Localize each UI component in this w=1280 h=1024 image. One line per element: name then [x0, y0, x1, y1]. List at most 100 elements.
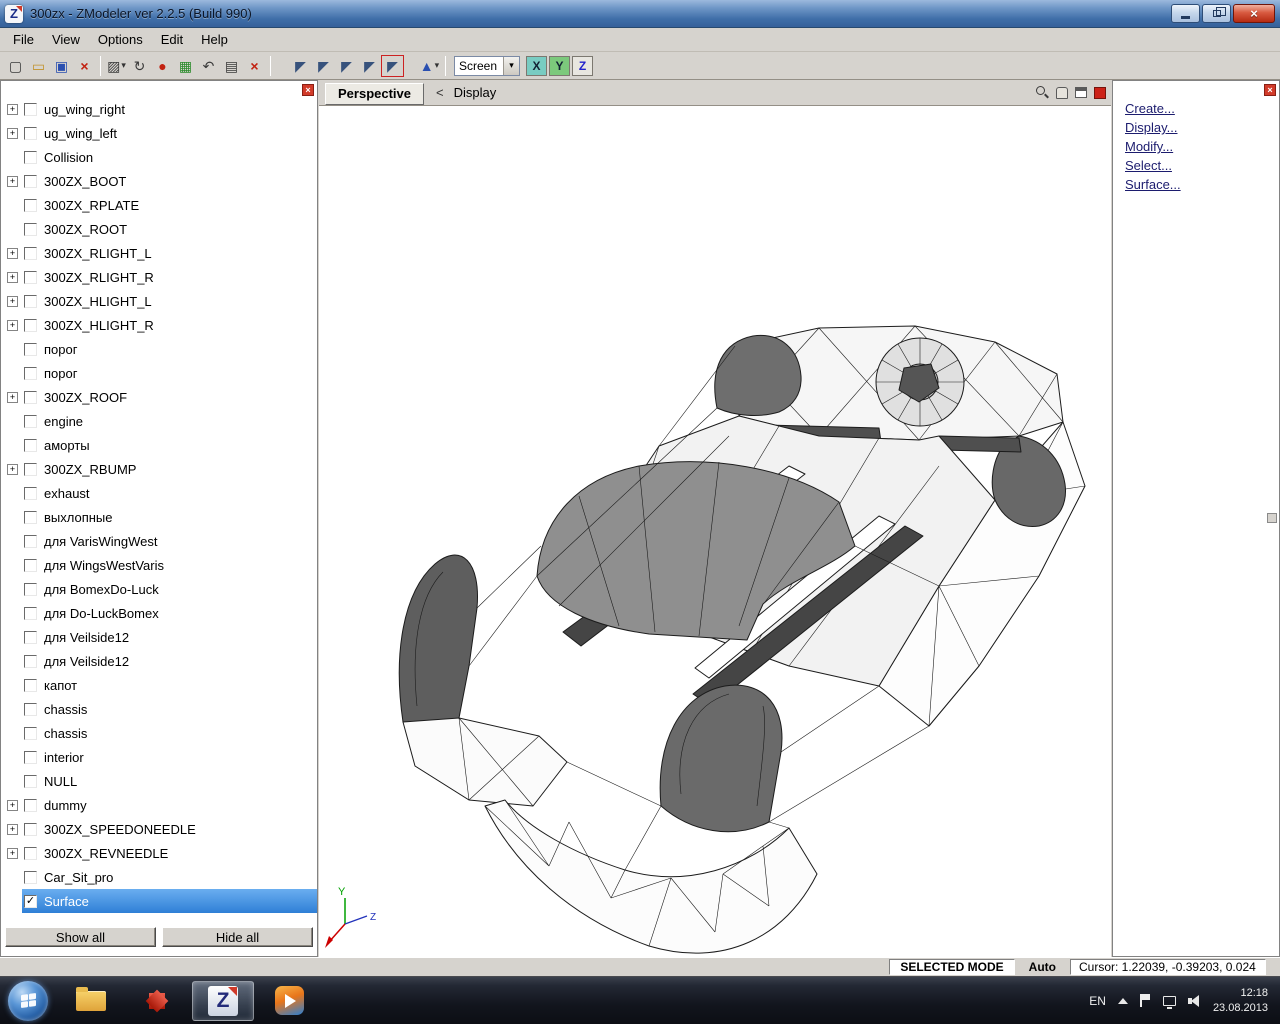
menu-item[interactable]: Help — [192, 29, 237, 50]
expand-icon[interactable]: + — [7, 272, 18, 283]
expand-icon[interactable]: + — [7, 176, 18, 187]
scene-node-row[interactable]: + для VarisWingWest — [1, 529, 317, 553]
network-icon[interactable] — [1163, 996, 1176, 1006]
selection-tool-2-icon[interactable]: ◤ — [312, 55, 335, 77]
scene-node-row[interactable]: + ug_wing_right — [1, 97, 317, 121]
chevron-down-icon[interactable]: ▾ — [503, 57, 519, 75]
expand-icon[interactable]: + — [7, 296, 18, 307]
scene-node-row[interactable]: + 300ZX_HLIGHT_L — [1, 289, 317, 313]
visibility-checkbox[interactable] — [24, 199, 37, 212]
scene-node-row[interactable]: + для BomexDo-Luck — [1, 577, 317, 601]
visibility-checkbox[interactable] — [24, 151, 37, 164]
tools-menu-item[interactable]: Display... — [1125, 120, 1279, 135]
cone-primitive-icon[interactable]: ▲▾ — [418, 55, 441, 77]
axis-y-button[interactable]: Y — [549, 56, 570, 76]
scene-node-row[interactable]: + 300ZX_RBUMP — [1, 457, 317, 481]
viewport-close-icon[interactable] — [1094, 87, 1106, 99]
taskbar-red-app-button[interactable] — [126, 981, 188, 1021]
visibility-checkbox[interactable] — [24, 367, 37, 380]
scene-node-row[interactable]: + 300ZX_RLIGHT_R — [1, 265, 317, 289]
visibility-checkbox[interactable] — [24, 127, 37, 140]
visibility-checkbox[interactable] — [24, 871, 37, 884]
material-editor-icon[interactable]: ▦ — [174, 55, 197, 77]
taskbar-media-player-button[interactable] — [258, 981, 320, 1021]
back-icon[interactable]: < — [436, 85, 444, 100]
scene-node-row[interactable]: + ug_wing_left — [1, 121, 317, 145]
selection-tool-3-icon[interactable]: ◤ — [335, 55, 358, 77]
maximize-icon[interactable] — [1075, 87, 1087, 98]
show-all-button[interactable]: Show all — [5, 927, 156, 947]
scene-node-row[interactable]: + 300ZX_SPEEDONEEDLE — [1, 817, 317, 841]
new-document-icon[interactable]: ▢ — [4, 55, 27, 77]
panel-close-icon[interactable] — [1264, 84, 1276, 96]
visibility-checkbox[interactable] — [24, 895, 37, 908]
scene-node-row[interactable]: + для Do-LuckBomex — [1, 601, 317, 625]
scene-node-row[interactable]: + 300ZX_RPLATE — [1, 193, 317, 217]
expand-icon[interactable]: + — [7, 824, 18, 835]
auto-toggle[interactable]: Auto — [1023, 960, 1062, 974]
visibility-checkbox[interactable] — [24, 247, 37, 260]
visibility-checkbox[interactable] — [24, 655, 37, 668]
scene-node-row[interactable]: + Surface — [1, 889, 317, 913]
visibility-checkbox[interactable] — [24, 487, 37, 500]
visibility-checkbox[interactable] — [24, 607, 37, 620]
paste-icon[interactable]: ▨▾ — [105, 55, 128, 77]
notes-icon[interactable]: ▤ — [220, 55, 243, 77]
scene-node-row[interactable]: + exhaust — [1, 481, 317, 505]
scene-node-row[interactable]: + Car_Sit_pro — [1, 865, 317, 889]
scene-node-row[interactable]: + interior — [1, 745, 317, 769]
visibility-checkbox[interactable] — [24, 847, 37, 860]
selection-tool-1-icon[interactable]: ◤ — [289, 55, 312, 77]
menu-item[interactable]: Options — [89, 29, 152, 50]
visibility-checkbox[interactable] — [24, 271, 37, 284]
panel-resize-handle[interactable] — [1267, 513, 1277, 523]
close-button[interactable]: × — [1233, 4, 1275, 23]
scene-node-row[interactable]: + engine — [1, 409, 317, 433]
open-folder-icon[interactable]: ▭ — [27, 55, 50, 77]
visibility-checkbox[interactable] — [24, 295, 37, 308]
scene-node-row[interactable]: + выхлопные — [1, 505, 317, 529]
taskbar-explorer-button[interactable] — [60, 981, 122, 1021]
show-hidden-icons-icon[interactable] — [1118, 998, 1128, 1004]
scene-node-row[interactable]: + chassis — [1, 697, 317, 721]
tools-menu-item[interactable]: Select... — [1125, 158, 1279, 173]
scene-node-row[interactable]: + dummy — [1, 793, 317, 817]
cone-dropdown-icon[interactable]: ▾ — [435, 60, 440, 71]
visibility-checkbox[interactable] — [24, 103, 37, 116]
visibility-checkbox[interactable] — [24, 439, 37, 452]
tray-clock[interactable]: 12:18 23.08.2013 — [1213, 986, 1268, 1015]
visibility-checkbox[interactable] — [24, 751, 37, 764]
scene-node-row[interactable]: + порог — [1, 361, 317, 385]
scene-node-row[interactable]: + 300ZX_HLIGHT_R — [1, 313, 317, 337]
start-button[interactable] — [8, 981, 48, 1021]
scene-node-row[interactable]: + 300ZX_ROOF — [1, 385, 317, 409]
visibility-checkbox[interactable] — [24, 559, 37, 572]
visibility-checkbox[interactable] — [24, 823, 37, 836]
visibility-checkbox[interactable] — [24, 319, 37, 332]
perspective-tab[interactable]: Perspective — [325, 83, 424, 105]
tools-menu-item[interactable]: Modify... — [1125, 139, 1279, 154]
scene-node-row[interactable]: + Collision — [1, 145, 317, 169]
speaker-icon[interactable] — [1188, 995, 1201, 1007]
visibility-checkbox[interactable] — [24, 679, 37, 692]
scene-node-row[interactable]: + 300ZX_RLIGHT_L — [1, 241, 317, 265]
title-bar[interactable]: Z 300zx - ZModeler ver 2.2.5 (Build 990)… — [0, 0, 1280, 28]
visibility-checkbox[interactable] — [24, 175, 37, 188]
visibility-checkbox[interactable] — [24, 703, 37, 716]
visibility-checkbox[interactable] — [24, 391, 37, 404]
visibility-checkbox[interactable] — [24, 775, 37, 788]
scene-node-row[interactable]: + для Veilside12 — [1, 625, 317, 649]
expand-icon[interactable]: + — [7, 848, 18, 859]
viewport-canvas[interactable]: Y Z — [319, 106, 1111, 957]
viewport-view-label[interactable]: Display — [454, 85, 497, 100]
visibility-checkbox[interactable] — [24, 223, 37, 236]
scene-node-row[interactable]: + 300ZX_REVNEEDLE — [1, 841, 317, 865]
scene-node-row[interactable]: + для Veilside12 — [1, 649, 317, 673]
visibility-checkbox[interactable] — [24, 415, 37, 428]
pan-icon[interactable] — [1056, 87, 1068, 99]
tools-menu-item[interactable]: Surface... — [1125, 177, 1279, 192]
axis-x-button[interactable]: X — [526, 56, 547, 76]
visibility-checkbox[interactable] — [24, 535, 37, 548]
scene-node-row[interactable]: + аморты — [1, 433, 317, 457]
visibility-checkbox[interactable] — [24, 511, 37, 524]
